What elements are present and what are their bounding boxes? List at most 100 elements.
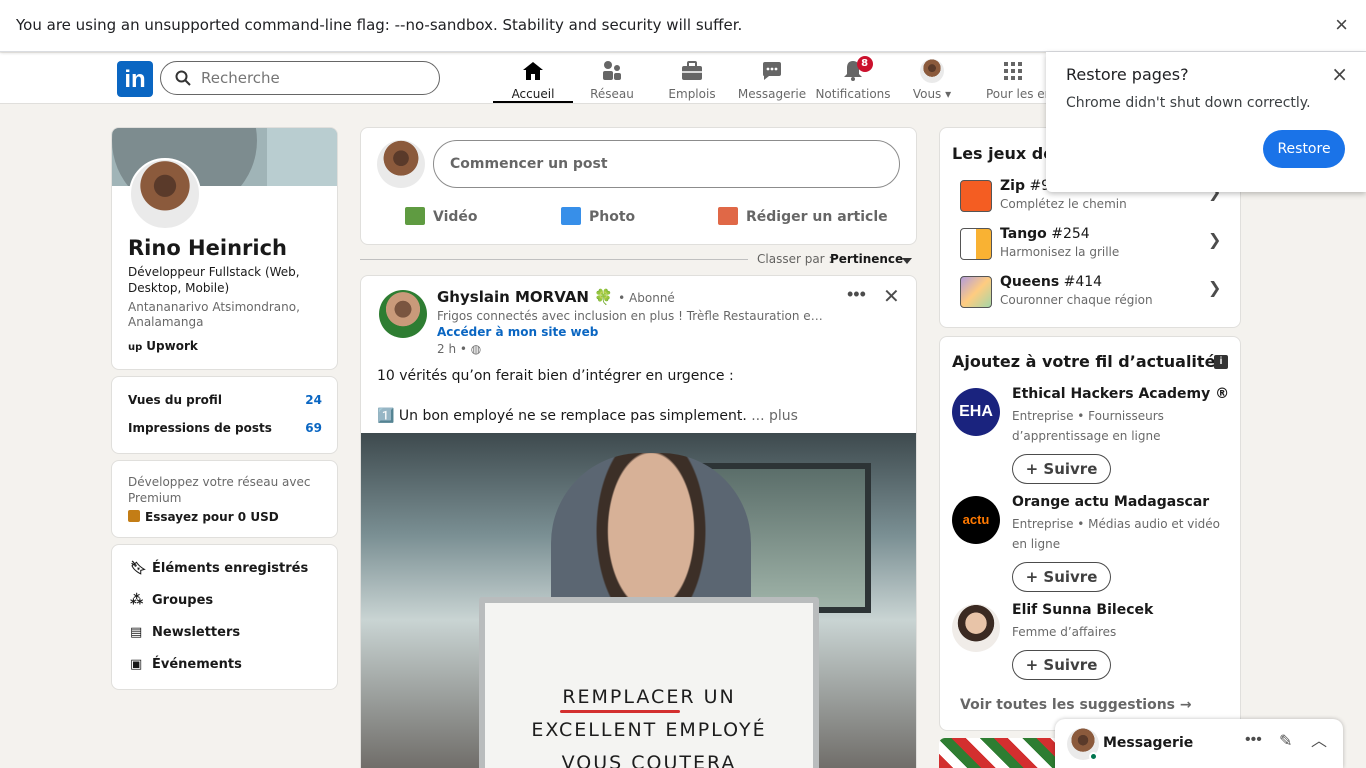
suggestion-desc: Femme d’affaires [1012, 625, 1117, 639]
game-name: Queens #414 [1000, 274, 1103, 290]
nav-jobs-label: Emplois [668, 87, 716, 101]
infobar-message: You are using an unsupported command-lin… [16, 16, 743, 34]
shortcut-events[interactable]: ▣ Événements [130, 657, 242, 672]
post-text-line: 10 vérités qu’on ferait bien d’intégrer … [377, 368, 734, 384]
games-title: Les jeux de [952, 144, 1055, 163]
follow-button[interactable]: + Suivre [1012, 562, 1111, 592]
post-author-name[interactable]: Ghyslain MORVAN [437, 288, 589, 306]
post-author-line[interactable]: Ghyslain MORVAN 🍀 • Abonné [437, 288, 675, 306]
stat-label: Vues du profil [128, 393, 222, 407]
stat-post-impressions[interactable]: Impressions de posts 69 [128, 421, 322, 435]
game-queens[interactable]: Queens #414 Couronner chaque région ❯ [960, 272, 1230, 312]
photo-button[interactable]: Photo [561, 207, 635, 225]
restore-button[interactable]: Restore [1263, 130, 1345, 168]
shortcut-saved[interactable]: 🔖︎ Éléments enregistrés [130, 561, 308, 576]
nav-notifications-label: Notifications [815, 87, 891, 101]
shortcut-groups[interactable]: ⁂ Groupes [130, 593, 213, 608]
messaging-widget[interactable]: Messagerie ••• ✎ ︿ [1055, 719, 1343, 768]
feed-sort-bar: Classer par : Pertinence [360, 250, 917, 270]
nav-home[interactable]: Accueil [493, 53, 573, 103]
notification-badge: 8 [856, 56, 873, 72]
board-text: REMPLACER UN EXCELLENT EMPLOYÉ VOUS COUT… [531, 686, 767, 768]
nav-me[interactable]: Vous ▾ [898, 53, 966, 103]
photo-icon [561, 207, 581, 225]
post-image[interactable]: REMPLACER UN EXCELLENT EMPLOYÉ VOUS COUT… [361, 433, 916, 768]
post-timestamp: 2 h • ◍ [437, 342, 482, 356]
suggestion-name[interactable]: Orange actu Madagascar [1012, 494, 1209, 510]
search-input[interactable] [201, 69, 421, 87]
profile-headline: Développeur Fullstack (Web, Desktop, Mob… [128, 265, 300, 295]
premium-link[interactable]: Essayez pour 0 USD [128, 510, 279, 524]
search-icon [175, 70, 191, 86]
restore-message: Chrome didn't shut down correctly. [1066, 95, 1311, 111]
queens-game-icon [960, 276, 992, 308]
nav-business-label: Pour les en [986, 87, 1048, 101]
tango-game-icon [960, 228, 992, 260]
close-icon[interactable]: ✕ [883, 284, 900, 309]
nav-jobs[interactable]: Emplois [655, 53, 729, 103]
suggestion-desc: Entreprise • Fournisseurs d’apprentissag… [1012, 409, 1164, 443]
stat-value: 69 [305, 421, 322, 435]
restore-close-icon[interactable]: × [1331, 62, 1348, 86]
ad-banner[interactable] [939, 738, 1069, 768]
info-icon[interactable]: i [1214, 355, 1228, 369]
game-desc: Harmonisez la grille [1000, 245, 1120, 259]
stat-label: Impressions de posts [128, 421, 272, 435]
clover-icon: 🍀 [594, 288, 613, 306]
newsletter-icon: ▤ [130, 625, 143, 640]
zip-game-icon [960, 180, 992, 212]
video-button[interactable]: Vidéo [405, 207, 478, 225]
bookmark-icon: 🔖︎ [130, 561, 147, 576]
feed-post: Ghyslain MORVAN 🍀 • Abonné Frigos connec… [360, 275, 917, 768]
suggestion-avatar[interactable]: EHA [952, 388, 1000, 436]
more-options-icon[interactable]: ••• [847, 284, 866, 305]
online-status-dot [1089, 752, 1098, 761]
infobar-close-icon[interactable]: × [1335, 14, 1348, 36]
game-tango[interactable]: Tango #254 Harmonisez la grille ❯ [960, 224, 1230, 264]
upwork-icon: up [128, 342, 143, 353]
nav-business[interactable]: Pour les en [978, 53, 1048, 103]
messaging-icon [763, 62, 781, 80]
sort-dropdown[interactable]: Pertinence [830, 252, 903, 266]
game-name: Tango #254 [1000, 226, 1090, 242]
profile-stats-card: Vues du profil 24 Impressions de posts 6… [111, 376, 338, 454]
write-article-button[interactable]: Rédiger un article [718, 207, 888, 225]
search-box[interactable] [160, 61, 440, 95]
premium-card[interactable]: Développez votre réseau avec Premium Ess… [111, 460, 338, 538]
profile-location: Antananarivo Atsimondrano, Analamanga [128, 300, 300, 329]
suggestion-name[interactable]: Elif Sunna Bilecek [1012, 602, 1153, 618]
composer-avatar[interactable] [377, 140, 425, 188]
follow-button[interactable]: + Suivre [1012, 650, 1111, 680]
stat-profile-views[interactable]: Vues du profil 24 [128, 393, 322, 407]
groups-icon: ⁂ [130, 593, 144, 608]
shortcuts-card: 🔖︎ Éléments enregistrés ⁂ Groupes ▤ Newslet… [111, 544, 338, 690]
nav-messaging[interactable]: Messagerie [735, 53, 809, 103]
compose-icon[interactable]: ✎ [1279, 731, 1292, 751]
chevron-right-icon: ❯ [1208, 280, 1222, 297]
linkedin-logo[interactable]: in [117, 61, 153, 97]
post-relation: • Abonné [618, 291, 675, 305]
suggestion-name[interactable]: Ethical Hackers Academy ® [1012, 386, 1229, 402]
restore-pages-dialog: Restore pages? × Chrome didn't shut down… [1046, 52, 1366, 192]
profile-avatar[interactable] [129, 158, 201, 230]
nav-notifications[interactable]: 8 Notifications [813, 53, 893, 103]
feed-suggestions-card: Ajoutez à votre fil d’actualité i EHA Et… [939, 336, 1241, 731]
chevron-up-icon[interactable]: ︿ [1311, 727, 1327, 751]
more-options-icon[interactable]: ••• [1245, 731, 1262, 749]
image-whiteboard: REMPLACER UN EXCELLENT EMPLOYÉ VOUS COUT… [479, 597, 819, 768]
chevron-down-icon[interactable] [902, 258, 912, 264]
see-more-link[interactable]: ... plus [751, 408, 798, 424]
chrome-infobar: You are using an unsupported command-lin… [0, 0, 1366, 52]
see-all-suggestions-link[interactable]: Voir toutes les suggestions → [960, 697, 1192, 713]
profile-name[interactable]: Rino Heinrich [128, 236, 287, 260]
follow-button[interactable]: + Suivre [1012, 454, 1111, 484]
suggestion-avatar[interactable] [952, 604, 1000, 652]
profile-company[interactable]: up Upwork [128, 339, 198, 353]
nav-network[interactable]: Réseau [575, 53, 649, 103]
start-post-button[interactable]: Commencer un post [433, 140, 900, 188]
shortcut-newsletters[interactable]: ▤ Newsletters [130, 625, 240, 640]
post-author-avatar[interactable] [379, 290, 427, 338]
restore-title: Restore pages? [1066, 65, 1189, 84]
post-website-link[interactable]: Accéder à mon site web [437, 325, 598, 339]
suggestion-avatar[interactable]: actu [952, 496, 1000, 544]
